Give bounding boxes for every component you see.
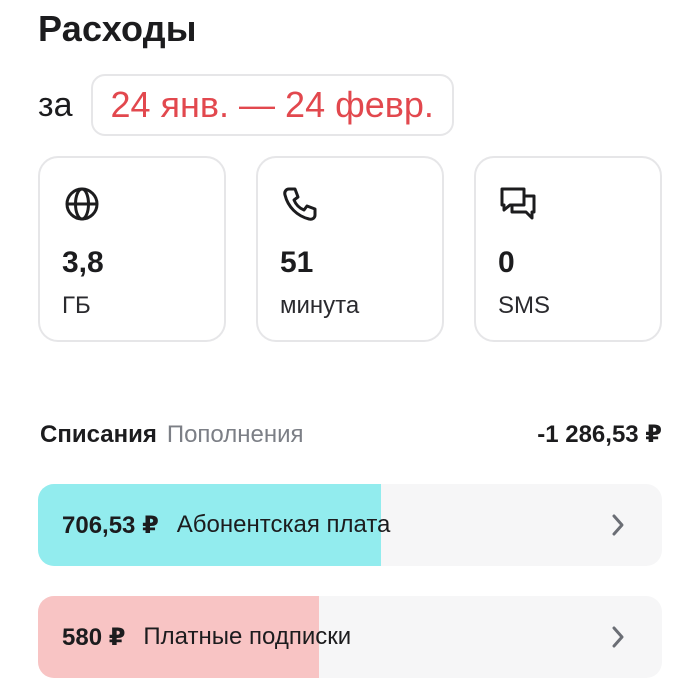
tab-topups[interactable]: Пополнения: [167, 421, 304, 449]
expense-row-content: 580 ₽ Платные подписки: [62, 596, 662, 678]
page-title: Расходы: [38, 8, 197, 49]
usage-cards: 3,8 ГБ 51 минута 0 SMS: [38, 156, 662, 342]
usage-card-sms[interactable]: 0 SMS: [474, 156, 662, 342]
period-row: за 24 янв. — 24 февр.: [38, 74, 454, 136]
expense-label: Платные подписки: [143, 623, 352, 650]
tab-debits[interactable]: Списания: [40, 421, 157, 449]
usage-card-internet[interactable]: 3,8 ГБ: [38, 156, 226, 342]
usage-value: 51: [280, 246, 314, 279]
total-amount: -1 286,53 ₽: [537, 421, 662, 448]
globe-icon: [65, 187, 99, 221]
period-prefix: за: [38, 85, 73, 124]
expenses-page: Расходы за 24 янв. — 24 февр. 3,8 ГБ 51 …: [0, 0, 700, 693]
expense-amount: 580 ₽: [62, 623, 126, 651]
usage-value: 0: [498, 246, 515, 279]
chat-icon: [500, 187, 536, 220]
transactions-tabs: Списания Пополнения -1 286,53 ₽: [40, 420, 662, 449]
expense-row-paid-subscriptions[interactable]: 580 ₽ Платные подписки: [38, 596, 662, 678]
phone-icon: [283, 187, 317, 221]
usage-card-calls[interactable]: 51 минута: [256, 156, 444, 342]
period-selector[interactable]: 24 янв. — 24 февр.: [90, 74, 454, 136]
expense-row-content: 706,53 ₽ Абонентская плата: [62, 484, 662, 566]
usage-unit: SMS: [498, 292, 551, 319]
expense-amount: 706,53 ₽: [62, 511, 159, 539]
expense-row-subscription-fee[interactable]: 706,53 ₽ Абонентская плата: [38, 484, 662, 566]
usage-value: 3,8: [62, 246, 104, 279]
usage-unit: ГБ: [62, 292, 91, 319]
usage-unit: минута: [280, 292, 360, 319]
chevron-right-icon: [612, 514, 624, 536]
chevron-right-icon: [612, 626, 624, 648]
expense-label: Абонентская плата: [176, 511, 391, 538]
